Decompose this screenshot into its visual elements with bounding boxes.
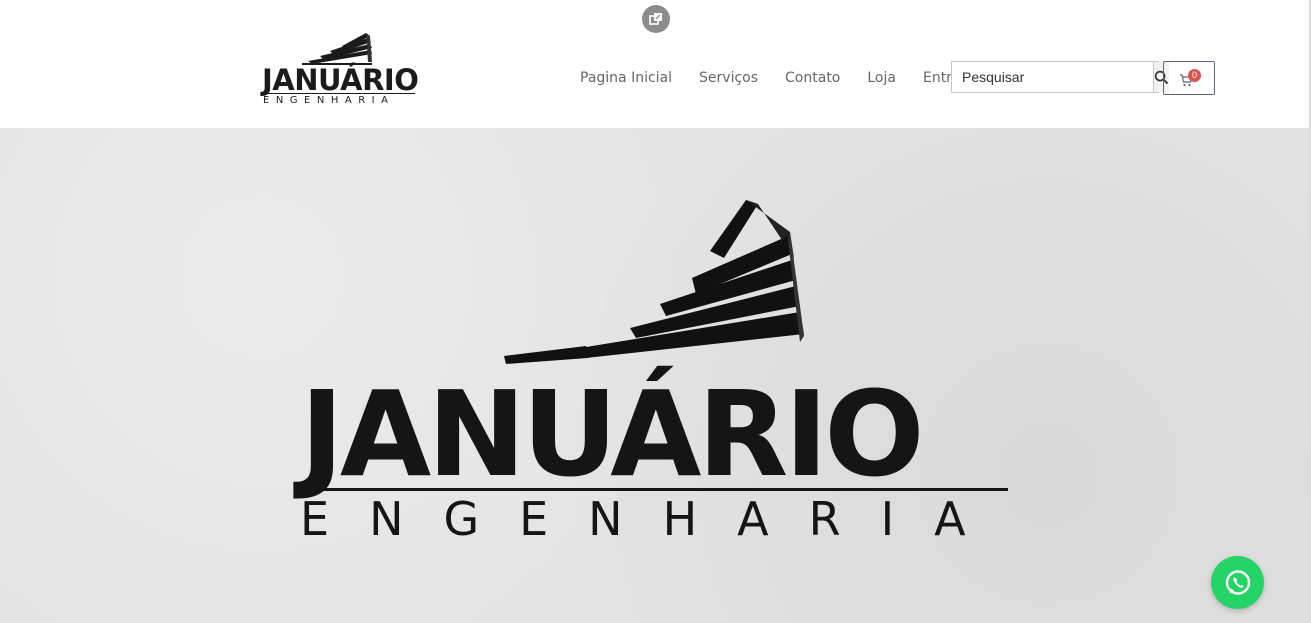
nav-item-loja[interactable]: Loja xyxy=(867,68,896,88)
nav-item-contato[interactable]: Contato xyxy=(785,68,840,88)
logo-divider xyxy=(263,93,415,94)
nav-item-pagina-inicial[interactable]: Pagina Inicial xyxy=(580,68,672,88)
hero-title: JANUÁRIO xyxy=(300,365,925,503)
logo-title: JANUÁRIO xyxy=(262,63,419,97)
external-link-button[interactable] xyxy=(642,5,670,33)
hero-subtitle: ENGENHARIA xyxy=(300,492,1006,546)
search-bar xyxy=(951,61,1169,93)
main-nav: Pagina Inicial Serviços Contato Loja Ent… xyxy=(580,68,993,88)
logo-tagline: ENGENHARIA xyxy=(263,95,395,106)
nav-item-servicos[interactable]: Serviços xyxy=(699,68,758,88)
hero-logo: JANUÁRIO ENGENHARIA xyxy=(300,196,1010,544)
cart-button[interactable]: 0 xyxy=(1163,61,1215,95)
site-logo[interactable]: JANUÁRIO ENGENHARIA xyxy=(262,32,419,108)
hero-divider xyxy=(302,488,1008,491)
hero-banner: JANUÁRIO ENGENHARIA xyxy=(0,128,1309,623)
search-input[interactable] xyxy=(952,62,1153,92)
external-link-icon xyxy=(649,13,662,25)
whatsapp-icon xyxy=(1225,569,1250,595)
cart-count-badge: 0 xyxy=(1188,69,1201,82)
building-hero-icon xyxy=(504,200,804,364)
building-logo-icon xyxy=(302,33,372,65)
whatsapp-button[interactable] xyxy=(1211,556,1264,609)
